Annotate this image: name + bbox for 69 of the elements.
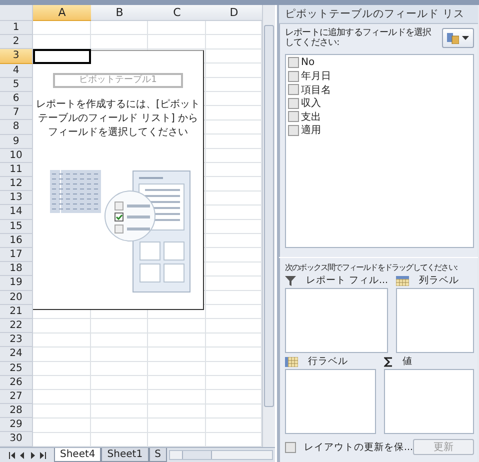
row-header[interactable]: 13 [0,191,33,206]
select-all-corner[interactable] [0,5,33,21]
row-header[interactable]: 11 [0,162,33,178]
drop-area[interactable] [384,369,474,434]
column-header[interactable]: D [206,5,262,21]
sheet-tab[interactable]: S [148,448,167,462]
field-item[interactable]: 支出 [288,110,471,124]
sigma-icon [384,356,392,366]
row-header[interactable]: 22 [0,318,33,334]
field-item[interactable]: 適用 [288,124,471,137]
table-icon [285,356,298,366]
defer-update-checkbox[interactable]: レイアウトの更新を保... [285,440,414,454]
sheet-tab[interactable]: Sheet1 [101,448,149,462]
drop-area[interactable] [285,369,376,434]
row-header[interactable]: 2 [0,35,33,50]
row-header[interactable]: 17 [0,248,33,262]
row-header[interactable]: 6 [0,92,33,106]
row-header[interactable]: 4 [0,64,33,78]
column-header[interactable]: C [148,5,207,21]
field-item[interactable]: 項目名 [288,83,471,96]
row-header[interactable]: 19 [0,276,33,291]
caret-icon [462,36,469,40]
row-header[interactable]: 8 [0,120,33,134]
area-label: 値 [402,355,412,368]
row-header[interactable]: 21 [0,304,33,319]
drop-area[interactable] [396,288,474,353]
row-header[interactable]: 1 [0,21,33,36]
row-header[interactable]: 26 [0,376,33,390]
panel-title: ピボットテーブルのフィールド リス [285,7,464,21]
row-header[interactable]: 14 [0,205,33,220]
layout-button[interactable] [442,28,474,48]
active-cell[interactable] [33,49,91,64]
filter-icon [285,276,296,286]
drop-area[interactable] [285,288,388,353]
row-header[interactable]: 10 [0,148,33,163]
horizontal-scrollbar[interactable] [168,450,273,460]
row-header[interactable]: 15 [0,220,33,234]
row-header[interactable]: 25 [0,362,33,376]
row-header[interactable]: 29 [0,418,33,432]
row-header[interactable]: 3 [0,49,33,64]
pivot-name-box: ピボットテーブル1 [53,73,183,88]
column-header[interactable]: B [91,5,149,21]
field-item[interactable]: 年月日 [288,70,471,83]
row-header[interactable]: 27 [0,390,33,404]
instruction-text: レポートに追加するフィールドを選択してください: [285,28,432,48]
field-item[interactable]: 収入 [288,96,471,110]
row-header[interactable]: 7 [0,106,33,120]
row-header[interactable]: 20 [0,290,33,305]
row-header[interactable]: 30 [0,432,33,447]
table-icon [396,276,410,286]
row-header[interactable]: 28 [0,404,33,418]
row-header[interactable]: 9 [0,134,33,149]
vertical-scrollbar[interactable] [262,5,275,447]
row-header[interactable]: 5 [0,78,33,92]
layout-icon [447,32,459,44]
row-header[interactable]: 12 [0,177,33,192]
row-header[interactable]: 16 [0,234,33,248]
row-header[interactable]: 18 [0,262,33,276]
row-header[interactable]: 24 [0,347,33,362]
field-item[interactable]: No [288,56,471,70]
area-label: 列ラベル [419,274,460,287]
column-header[interactable]: A [33,5,92,21]
drag-instruction: 次のボックス間でフィールドをドラッグしてください: [285,262,458,273]
pivot-message: レポートを作成するには、[ピボットテーブルのフィールド リスト] からフィールドを選択してください [35,98,201,140]
area-label: レポート フィル... [306,274,388,287]
sheet-nav-icon[interactable] [8,450,48,460]
area-label: 行ラベル [308,355,348,368]
row-header[interactable]: 23 [0,333,33,348]
sheet-tab[interactable]: Sheet4 [54,448,102,462]
